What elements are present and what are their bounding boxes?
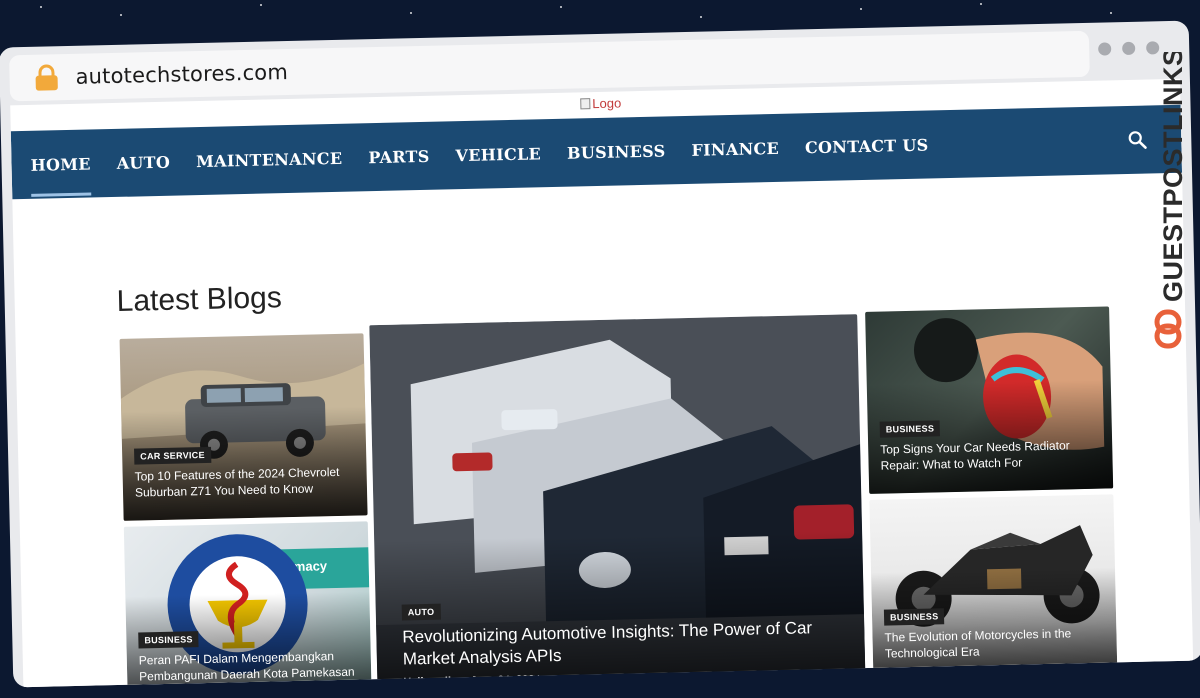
section-title: Latest Blogs [116,281,283,318]
featured-blog-card[interactable]: AUTO Revolutionizing Automotive Insights… [369,314,866,688]
card-title[interactable]: Top 10 Features of the 2024 Chevrolet Su… [134,464,349,501]
logo-alt-text: Logo [592,95,622,112]
blog-card[interactable]: CAR SERVICE Top 10 Features of the 2024 … [119,333,368,521]
lock-icon [35,64,58,91]
blog-card[interactable]: rmacy BUSINESS Peran PAFI Dalam Mengemba… [123,521,372,688]
main-navigation: HOME AUTO MAINTENANCE PARTS VEHICLE BUSI… [10,104,1183,200]
window-dot-icon[interactable] [1122,41,1136,56]
nav-item-vehicle[interactable]: VEHICLE [455,144,541,165]
nav-item-contact-us[interactable]: CONTACT US [805,135,929,157]
card-title[interactable]: The Evolution of Motorcycles in the Tech… [884,625,1085,662]
meta-separator: - [459,675,463,688]
blog-card[interactable]: BUSINESS The Evolution of Motorcycles in… [869,494,1118,682]
guestpostlinks-watermark: GUESTPOSTLINKS [1154,52,1188,349]
post-author[interactable]: Hallowell [403,675,451,687]
browser-window: autotechstores.com Logo HOME AUTO MAINTE… [0,10,1200,697]
blog-card[interactable]: BUSINESS Top Signs Your Car Needs Radiat… [865,306,1114,494]
watermark-text: GUESTPOSTLINKS [1158,52,1188,302]
category-badge[interactable]: AUTO [401,603,441,621]
category-badge[interactable]: BUSINESS [883,608,945,626]
site-logo[interactable]: Logo [580,95,621,111]
category-badge[interactable]: BUSINESS [138,631,199,649]
nav-item-home[interactable]: HOME [30,154,91,174]
category-badge[interactable]: BUSINESS [879,420,941,438]
card-title[interactable]: Peran PAFI Dalam Mengembangkan Pembangun… [139,648,362,685]
card-title[interactable]: Top Signs Your Car Needs Radiator Repair… [880,436,1109,473]
browser-chrome: autotechstores.com Logo HOME AUTO MAINTE… [0,20,1200,688]
nav-item-maintenance[interactable]: MAINTENANCE [196,148,343,170]
window-dot-icon[interactable] [1098,42,1112,56]
post-date: June 24, 2024 [470,673,541,688]
web-page: Logo HOME AUTO MAINTENANCE PARTS VEHICLE… [10,78,1194,688]
nav-item-finance[interactable]: FINANCE [691,138,779,159]
nav-item-auto[interactable]: AUTO [116,152,170,172]
post-meta: Hallowell - June 24, 2024 [403,673,540,687]
category-badge[interactable]: CAR SERVICE [134,446,212,465]
url-text: autotechstores.com [75,60,289,89]
chain-link-icon [1154,309,1182,349]
broken-image-icon [580,98,591,110]
nav-item-business[interactable]: BUSINESS [567,141,666,162]
nav-item-parts[interactable]: PARTS [368,146,430,166]
